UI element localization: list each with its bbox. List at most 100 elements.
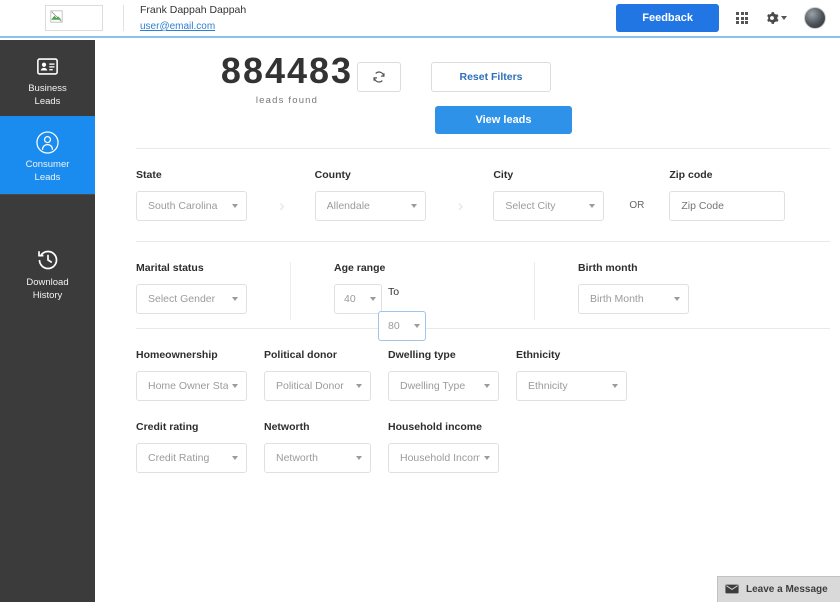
sidebar-label-line2: Leads	[35, 96, 61, 107]
sidebar: Business Leads Consumer Leads	[0, 40, 95, 602]
app-header: Frank Dappah Dappah user@email.com Feedb…	[0, 0, 840, 38]
chevron-down-icon	[411, 204, 417, 208]
field-label: City	[493, 169, 604, 181]
filter-row: Homeownership Home Owner Status Politica…	[136, 349, 840, 401]
field-label: Ethnicity	[516, 349, 627, 361]
sidebar-item-business-leads[interactable]: Business Leads	[0, 40, 95, 116]
networth-select[interactable]: Networth	[264, 443, 371, 473]
birth-month-value: Birth Month	[590, 293, 670, 305]
leads-count-block: 884483 leads found	[202, 50, 372, 106]
field-label: County	[315, 169, 426, 181]
chevron-down-icon	[612, 384, 618, 388]
person-icon	[4, 130, 91, 154]
age-to-label: To	[388, 286, 399, 298]
city-select[interactable]: Select City	[493, 191, 604, 221]
dwelling-type-value: Dwelling Type	[400, 380, 480, 392]
dwelling-type-select[interactable]: Dwelling Type	[388, 371, 499, 401]
user-email-link[interactable]: user@email.com	[140, 20, 246, 34]
broken-image-icon	[50, 10, 63, 23]
household-income-select[interactable]: Household Income	[388, 443, 499, 473]
political-donor-select[interactable]: Political Donor	[264, 371, 371, 401]
sidebar-item-consumer-leads[interactable]: Consumer Leads	[0, 116, 95, 194]
filter-section-demographics: Marital status Select Gender Age range 4…	[95, 242, 840, 328]
field-city: City Select City	[493, 169, 604, 221]
field-zip: Zip code	[669, 169, 785, 221]
field-household-income: Household income Household Income	[388, 421, 499, 473]
filter-section-property: Homeownership Home Owner Status Politica…	[95, 329, 840, 409]
field-homeownership: Homeownership Home Owner Status	[136, 349, 247, 401]
chevron-down-icon	[674, 297, 680, 301]
sidebar-label-line1: Business	[28, 83, 67, 94]
field-label: Age range	[334, 262, 534, 274]
sidebar-item-label: Download History	[4, 277, 91, 303]
avatar[interactable]	[804, 7, 826, 29]
zip-input[interactable]	[669, 191, 785, 221]
sidebar-item-label: Consumer Leads	[4, 159, 91, 185]
main-content: 884483 leads found Reset Filters View le…	[95, 40, 840, 602]
household-income-value: Household Income	[400, 452, 480, 464]
leave-a-message-widget[interactable]: Leave a Message	[717, 576, 840, 602]
field-label: Dwelling type	[388, 349, 499, 361]
contact-card-icon	[4, 54, 91, 78]
field-networth: Networth Networth	[264, 421, 371, 473]
city-value: Select City	[505, 200, 585, 212]
political-donor-value: Political Donor	[276, 380, 352, 392]
state-value: South Carolina	[148, 200, 228, 212]
leads-count-label: leads found	[202, 95, 372, 106]
field-ethnicity: Ethnicity Ethnicity	[516, 349, 627, 401]
summary-bar: 884483 leads found Reset Filters View le…	[95, 40, 840, 148]
leads-count: 884483	[202, 50, 372, 92]
user-name: Frank Dappah Dappah	[140, 3, 246, 17]
sidebar-label-line2: Leads	[35, 172, 61, 183]
county-value: Allendale	[327, 200, 407, 212]
field-label: Zip code	[669, 169, 785, 181]
sidebar-label-line1: Download	[26, 277, 68, 288]
filter-row: State South Carolina › County Allendale …	[136, 169, 840, 221]
grid-icon[interactable]	[736, 12, 748, 24]
filter-row: Marital status Select Gender Age range 4…	[136, 262, 840, 320]
field-state: State South Carolina	[136, 169, 247, 221]
user-info: Frank Dappah Dappah user@email.com	[140, 3, 246, 34]
ethnicity-select[interactable]: Ethnicity	[516, 371, 627, 401]
credit-rating-value: Credit Rating	[148, 452, 228, 464]
app-root: Frank Dappah Dappah user@email.com Feedb…	[0, 0, 840, 602]
field-dwelling-type: Dwelling type Dwelling Type	[388, 349, 499, 401]
chevron-down-icon	[232, 384, 238, 388]
marital-status-select[interactable]: Select Gender	[136, 284, 247, 314]
field-label: Homeownership	[136, 349, 247, 361]
chevron-down-icon	[232, 297, 238, 301]
sidebar-label-line2: History	[33, 290, 63, 301]
age-from-select[interactable]: 40	[334, 284, 382, 314]
credit-rating-select[interactable]: Credit Rating	[136, 443, 247, 473]
sidebar-label-line1: Consumer	[26, 159, 70, 170]
logo-placeholder	[45, 5, 103, 31]
feedback-button[interactable]: Feedback	[616, 4, 719, 32]
birth-month-select[interactable]: Birth Month	[578, 284, 689, 314]
chevron-down-icon	[589, 204, 595, 208]
sidebar-item-download-history[interactable]: Download History	[0, 234, 95, 314]
header-actions: Feedback	[616, 4, 826, 32]
chevron-down-icon	[356, 384, 362, 388]
settings-menu[interactable]	[765, 11, 787, 25]
filter-row: Credit rating Credit Rating Networth Net…	[136, 421, 840, 473]
vertical-divider	[290, 262, 291, 320]
view-leads-button[interactable]: View leads	[435, 106, 572, 134]
leave-a-message-label: Leave a Message	[746, 584, 828, 595]
chevron-down-icon	[414, 324, 420, 328]
reset-filters-button[interactable]: Reset Filters	[431, 62, 551, 92]
field-label: Birth month	[578, 262, 689, 274]
field-age-range: Age range 40 To 80	[334, 262, 534, 314]
gear-icon	[765, 11, 779, 25]
marital-status-value: Select Gender	[148, 293, 228, 305]
homeownership-value: Home Owner Status	[148, 380, 228, 392]
field-label: Household income	[388, 421, 499, 433]
filter-section-financial: Credit rating Credit Rating Networth Net…	[95, 409, 840, 489]
chevron-down-icon	[484, 456, 490, 460]
homeownership-select[interactable]: Home Owner Status	[136, 371, 247, 401]
county-select[interactable]: Allendale	[315, 191, 426, 221]
refresh-button[interactable]	[357, 62, 401, 92]
state-select[interactable]: South Carolina	[136, 191, 247, 221]
chevron-down-icon	[356, 456, 362, 460]
field-label: State	[136, 169, 247, 181]
header-divider	[123, 5, 124, 31]
